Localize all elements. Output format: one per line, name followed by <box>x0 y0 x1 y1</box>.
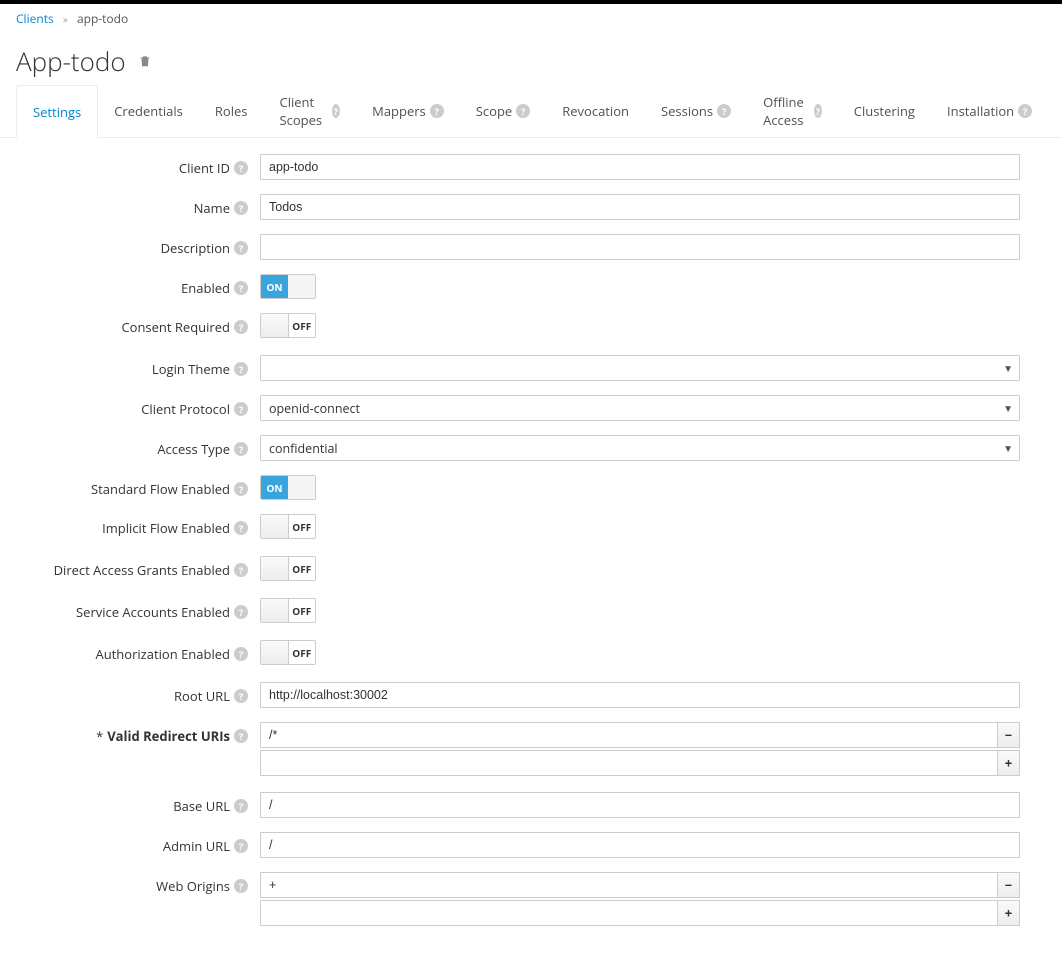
chevron-down-icon: ▼ <box>1003 361 1013 375</box>
valid-redirect-uris-label: Valid Redirect URIs <box>107 727 230 745</box>
root-url-label: Root URL <box>174 687 230 705</box>
required-marker: * <box>96 727 103 745</box>
admin-url-input[interactable] <box>260 832 1020 858</box>
help-icon[interactable]: ? <box>234 320 248 334</box>
direct-access-toggle[interactable]: OFF <box>260 556 316 581</box>
name-input[interactable] <box>260 194 1020 220</box>
settings-form: Client ID? Name? Description? Enabled? O… <box>0 138 1062 958</box>
client-id-input[interactable] <box>260 154 1020 180</box>
tabs: Settings Credentials Roles Client Scopes… <box>0 85 1062 138</box>
tab-client-scopes[interactable]: Client Scopes? <box>264 85 357 137</box>
standard-flow-toggle[interactable]: ON <box>260 475 316 500</box>
chevron-down-icon: ▼ <box>1003 441 1013 455</box>
login-theme-label: Login Theme <box>152 360 230 378</box>
name-label: Name <box>194 199 230 217</box>
help-icon: ? <box>332 104 340 118</box>
authorization-enabled-toggle[interactable]: OFF <box>260 640 316 665</box>
breadcrumb: Clients » app-todo <box>0 4 1062 33</box>
help-icon[interactable]: ? <box>234 799 248 813</box>
tab-roles[interactable]: Roles <box>199 85 264 137</box>
authorization-enabled-label: Authorization Enabled <box>95 645 230 663</box>
help-icon[interactable]: ? <box>234 442 248 456</box>
web-origin-input-1[interactable] <box>260 900 998 926</box>
base-url-label: Base URL <box>173 797 230 815</box>
access-type-select[interactable]: confidential▼ <box>260 435 1020 461</box>
consent-required-label: Consent Required <box>121 318 230 336</box>
tab-installation[interactable]: Installation? <box>931 85 1048 137</box>
description-label: Description <box>161 239 230 257</box>
help-icon[interactable]: ? <box>234 201 248 215</box>
help-icon[interactable]: ? <box>234 689 248 703</box>
valid-redirect-uri-input-0[interactable] <box>260 722 998 748</box>
delete-icon[interactable] <box>138 54 152 68</box>
help-icon[interactable]: ? <box>234 521 248 535</box>
help-icon[interactable]: ? <box>234 839 248 853</box>
enabled-label: Enabled <box>181 279 230 297</box>
implicit-flow-toggle[interactable]: OFF <box>260 514 316 539</box>
tab-mappers[interactable]: Mappers? <box>356 85 460 137</box>
enabled-toggle[interactable]: ON <box>260 274 316 299</box>
implicit-flow-label: Implicit Flow Enabled <box>102 519 230 537</box>
client-id-label: Client ID <box>179 159 230 177</box>
tab-revocation[interactable]: Revocation <box>546 85 645 137</box>
consent-required-toggle[interactable]: OFF <box>260 313 316 338</box>
valid-redirect-uri-input-1[interactable] <box>260 750 998 776</box>
breadcrumb-current: app-todo <box>77 10 128 27</box>
tab-credentials[interactable]: Credentials <box>98 85 199 137</box>
help-icon[interactable]: ? <box>234 482 248 496</box>
admin-url-label: Admin URL <box>163 837 230 855</box>
access-type-label: Access Type <box>157 440 230 458</box>
tab-settings[interactable]: Settings <box>16 85 98 138</box>
description-input[interactable] <box>260 234 1020 260</box>
login-theme-select[interactable]: ▼ <box>260 355 1020 381</box>
add-uri-button[interactable]: + <box>998 750 1020 776</box>
add-origin-button[interactable]: + <box>998 900 1020 926</box>
chevron-down-icon: ▼ <box>1003 401 1013 415</box>
help-icon[interactable]: ? <box>234 647 248 661</box>
help-icon[interactable]: ? <box>234 563 248 577</box>
help-icon[interactable]: ? <box>234 402 248 416</box>
tab-scope[interactable]: Scope? <box>460 85 546 137</box>
service-accounts-label: Service Accounts Enabled <box>76 603 230 621</box>
standard-flow-label: Standard Flow Enabled <box>91 480 230 498</box>
remove-origin-button[interactable]: − <box>998 872 1020 898</box>
remove-uri-button[interactable]: − <box>998 722 1020 748</box>
tab-clustering[interactable]: Clustering <box>838 85 931 137</box>
base-url-input[interactable] <box>260 792 1020 818</box>
help-icon[interactable]: ? <box>234 241 248 255</box>
root-url-input[interactable] <box>260 682 1020 708</box>
page-title: App-todo <box>16 43 126 79</box>
breadcrumb-separator: » <box>57 12 74 26</box>
help-icon[interactable]: ? <box>234 729 248 743</box>
help-icon: ? <box>516 104 530 118</box>
help-icon: ? <box>717 104 731 118</box>
breadcrumb-clients-link[interactable]: Clients <box>16 10 54 27</box>
help-icon[interactable]: ? <box>234 281 248 295</box>
client-protocol-label: Client Protocol <box>141 400 230 418</box>
help-icon: ? <box>814 104 822 118</box>
tab-sessions[interactable]: Sessions? <box>645 85 747 137</box>
web-origin-input-0[interactable] <box>260 872 998 898</box>
service-accounts-toggle[interactable]: OFF <box>260 598 316 623</box>
help-icon[interactable]: ? <box>234 879 248 893</box>
web-origins-label: Web Origins <box>156 877 230 895</box>
help-icon[interactable]: ? <box>234 605 248 619</box>
tab-offline-access[interactable]: Offline Access? <box>747 85 838 137</box>
page-header: App-todo <box>0 33 1062 85</box>
help-icon: ? <box>1018 104 1032 118</box>
help-icon[interactable]: ? <box>234 362 248 376</box>
direct-access-label: Direct Access Grants Enabled <box>54 561 230 579</box>
help-icon[interactable]: ? <box>234 161 248 175</box>
help-icon: ? <box>430 104 444 118</box>
client-protocol-select[interactable]: openid-connect▼ <box>260 395 1020 421</box>
